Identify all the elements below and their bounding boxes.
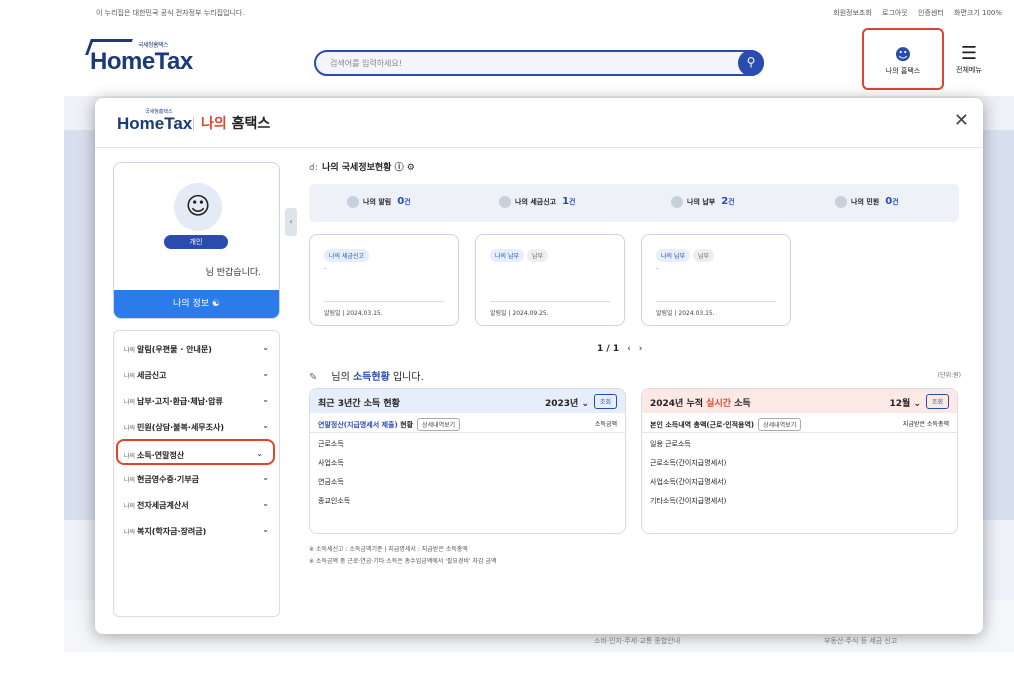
category-menu: 나의 알림(우편물 · 안내문) ⌄ 나의 세금신고 ⌄ 나의 납부·고지·환급·체납·압… xyxy=(113,330,280,617)
income-row: 근로소득 xyxy=(318,440,344,448)
help-icon[interactable]: ⓘ xyxy=(395,163,404,173)
query-button[interactable]: 조회 xyxy=(925,394,949,409)
modal-logo: HomeTax xyxy=(117,114,193,133)
menu-item-cash-receipt[interactable]: 나의 현금영수증·기부금 ⌄ xyxy=(114,465,279,491)
chevron-down-icon: ⌄ xyxy=(262,499,269,508)
footnotes: ※ 소득세신고 : 소득금액기준 | 지급명세서 : 지급받은 소득총액 ※ 소… xyxy=(309,546,497,565)
document-icon xyxy=(499,196,511,208)
chevron-down-icon: ⌄ xyxy=(262,395,269,404)
link-member-info[interactable]: 회원정보조회 xyxy=(833,9,872,17)
menu-item-welfare[interactable]: 나의 복지(학자금·장려금) ⌄ xyxy=(114,517,279,543)
income-row: 근로소득(간이지급명세서) xyxy=(650,459,727,467)
link-cert-center[interactable]: 인증센터 xyxy=(918,9,944,17)
my-info-button[interactable]: 나의 정보 ☯ xyxy=(114,290,279,318)
modal-title: 나의 홈택스 xyxy=(201,116,271,132)
hamburger-icon: ☰ xyxy=(960,43,977,64)
settings-icon[interactable]: ⚙ xyxy=(407,163,415,173)
speaker-icon: ☌: xyxy=(309,163,319,173)
income-row: 기타소득(간이지급명세서) xyxy=(650,497,727,505)
greeting-text: 님 반갑습니다. xyxy=(205,268,261,278)
next-icon[interactable]: › xyxy=(639,344,643,354)
government-banner: 이 누리집은 대한민국 공식 전자정부 누리집입니다. 회원정보조회 로그아웃 … xyxy=(64,0,1014,26)
person-icon: ☯ xyxy=(211,299,220,309)
gov-notice: 이 누리집은 대한민국 공식 전자정부 누리집입니다. xyxy=(96,9,245,17)
income-row: 일용 근로소득 xyxy=(650,440,691,448)
income-row: 사업소득(간이지급명세서) xyxy=(650,478,727,486)
top-links: 회원정보조회 로그아웃 인증센터 화면크기 100% xyxy=(825,8,1002,18)
notification-card[interactable]: 나의 세금신고 - 알림일 | 2024.03.15. xyxy=(309,234,459,326)
user-type-badge: 개인 xyxy=(164,235,228,249)
avatar: ☺ xyxy=(174,183,222,231)
bell-icon xyxy=(347,196,359,208)
my-hometax-button[interactable]: ☻ 나의 홈택스 xyxy=(862,28,944,90)
chevron-down-icon: ⌄ xyxy=(262,421,269,430)
user-bell-icon: ☻ xyxy=(894,45,912,64)
income-heading: ✎ 님의 소득현황 입니다. (단위:원) xyxy=(309,372,961,383)
card-pager: 1 / 1 ‹ › xyxy=(597,344,643,354)
edit-icon: ✎ xyxy=(309,372,318,383)
month-select[interactable]: 12월 ⌄ xyxy=(890,396,922,409)
summary-civil[interactable]: 나의 민원 0건 xyxy=(835,196,899,208)
status-heading: ☌: 나의 국세정보현황 ⓘ ⚙ xyxy=(309,163,415,173)
detail-button[interactable]: 상세내역보기 xyxy=(758,418,802,431)
query-button[interactable]: 조회 xyxy=(593,394,617,409)
year-select[interactable]: 2023년 ⌄ xyxy=(545,396,589,409)
status-summary-bar: 나의 알림 0건 나의 세금신고 1건 나의 납부 2건 나의 민원 0건 xyxy=(309,184,959,222)
modal-header: 국세청홈택스 HomeTax 나의 홈택스 ✕ xyxy=(95,98,983,148)
menu-item-income-yearend[interactable]: 나의 소득·연말정산 ⌄ xyxy=(116,439,275,465)
summary-tax-filing[interactable]: 나의 세금신고 1건 xyxy=(499,196,576,208)
profile-card: ☺ 개인 님 반갑습니다. 나의 정보 ☯ xyxy=(113,162,280,319)
menu-item-notifications[interactable]: 나의 알림(우편물 · 안내문) ⌄ xyxy=(114,335,279,361)
notification-card[interactable]: 나의 납부 납부 알림일 | 2024.09.25. xyxy=(475,234,625,326)
chevron-down-icon: ⌄ xyxy=(256,449,263,458)
search-input[interactable]: 검색어를 입력하세요! ⚲ xyxy=(314,50,764,76)
chevron-down-icon: ⌄ xyxy=(262,525,269,534)
roof-icon xyxy=(85,39,133,55)
menu-item-payment[interactable]: 나의 납부·고지·환급·체납·압류 ⌄ xyxy=(114,387,279,413)
realtime-income-panel: 2024년 누적 실시간 소득 12월 ⌄ 조회 본인 소득내역 총액(근로·인적용… xyxy=(641,388,958,534)
summary-notifications[interactable]: 나의 알림 0건 xyxy=(347,196,411,208)
chevron-down-icon: ⌄ xyxy=(262,369,269,378)
site-header: 국세청홈택스 HomeTax 검색어를 입력하세요! ⚲ ☻ 나의 홈택스 ☰ … xyxy=(64,26,1014,96)
income-row: 사업소득 xyxy=(318,459,344,467)
close-icon[interactable]: ✕ xyxy=(954,110,969,131)
menu-item-civil[interactable]: 나의 민원(상담·불복·세무조사) ⌄ xyxy=(114,413,279,439)
chevron-down-icon: ⌄ xyxy=(262,473,269,482)
link-screen-size[interactable]: 화면크기 100% xyxy=(954,9,1002,17)
collapse-sidebar-button[interactable]: ‹ xyxy=(285,208,297,236)
link-logout[interactable]: 로그아웃 xyxy=(882,9,908,17)
menu-item-e-invoice[interactable]: 나의 전자세금계산서 ⌄ xyxy=(114,491,279,517)
my-hometax-modal: 국세청홈택스 HomeTax 나의 홈택스 ✕ ☺ 개인 님 반갑습니다. 나의… xyxy=(95,98,983,634)
payment-icon xyxy=(671,196,683,208)
menu-item-tax-filing[interactable]: 나의 세금신고 ⌄ xyxy=(114,361,279,387)
income-row: 종교인소득 xyxy=(318,497,351,505)
hometax-logo[interactable]: 국세청홈택스 HomeTax xyxy=(85,39,193,76)
summary-payment[interactable]: 나의 납부 2건 xyxy=(671,196,735,208)
civil-icon xyxy=(835,196,847,208)
notification-card[interactable]: 나의 납부 납부 - 알림일 | 2024.03.15. xyxy=(641,234,791,326)
search-icon[interactable]: ⚲ xyxy=(738,50,764,76)
detail-button[interactable]: 상세내역보기 xyxy=(417,418,461,431)
prev-icon[interactable]: ‹ xyxy=(627,344,631,354)
divider xyxy=(193,117,194,131)
three-year-income-panel: 최근 3년간 소득 현황 2023년 ⌄ 조회 연말정산(지급명세서 제출) 현황 상… xyxy=(309,388,626,534)
chevron-down-icon: ⌄ xyxy=(262,343,269,352)
income-row: 연금소득 xyxy=(318,478,344,486)
all-menu-button[interactable]: ☰ 전체메뉴 xyxy=(956,43,982,75)
